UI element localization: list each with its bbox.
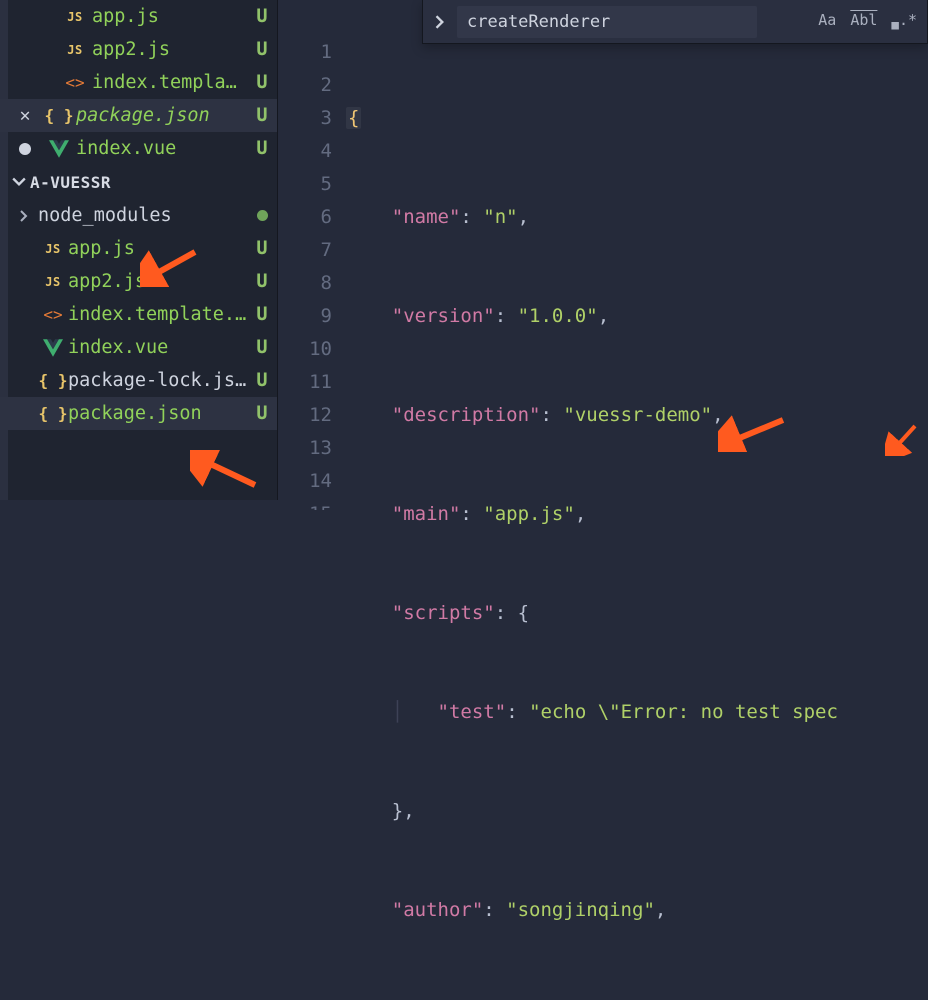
code-line: "license": "ISC",	[346, 993, 928, 1000]
editor: createRenderer Aa Abl ■.* No Re 1 2 3 4 …	[278, 0, 928, 500]
line-number: 6	[278, 201, 332, 234]
line-number: 12	[278, 399, 332, 432]
explorer-item-indextemplate[interactable]: <> index.template.h… U	[0, 298, 277, 331]
dirty-indicator-icon	[8, 143, 42, 155]
js-icon: JS	[58, 10, 92, 24]
chevron-right-icon	[10, 210, 38, 222]
git-dot-icon	[253, 205, 271, 226]
line-number: 1	[278, 36, 332, 69]
js-icon: JS	[58, 43, 92, 57]
explorer-item-indexvue[interactable]: index.vue U	[0, 331, 277, 364]
explorer-item-app2js[interactable]: JS app2.js U	[0, 265, 277, 298]
js-icon: JS	[38, 242, 68, 256]
vue-icon	[42, 140, 76, 158]
explorer-item-nodemodules[interactable]: node_modules	[0, 199, 277, 232]
chevron-right-icon[interactable]	[423, 15, 457, 29]
line-number: 9	[278, 300, 332, 333]
line-number: 7	[278, 234, 332, 267]
html-icon: <>	[38, 305, 68, 324]
line-number: 4	[278, 135, 332, 168]
explorer-item-label: node_modules	[38, 205, 253, 226]
open-editor-packagejson[interactable]: ✕ { } package.json U	[0, 99, 277, 132]
status-badge: U	[253, 403, 271, 424]
line-number: 13	[278, 432, 332, 465]
html-icon: <>	[58, 73, 92, 92]
folder-name: A-VUESSR	[30, 173, 111, 192]
explorer-item-packagelock[interactable]: { } package-lock.json U	[0, 364, 277, 397]
code-line: },	[346, 795, 928, 828]
status-badge: U	[253, 6, 271, 27]
code-line: "main": "app.js",	[346, 498, 928, 531]
find-options: Aa Abl ■.*	[818, 11, 927, 32]
whole-word-toggle[interactable]: Abl	[850, 11, 877, 32]
status-badge: U	[253, 238, 271, 259]
status-badge: U	[253, 105, 271, 126]
open-editor-label: index.templa…	[92, 72, 253, 93]
status-badge: U	[253, 271, 271, 292]
line-number: 14	[278, 465, 332, 498]
explorer-item-appjs[interactable]: JS app.js U	[0, 232, 277, 265]
explorer-item-label: package.json	[68, 403, 253, 424]
status-badge: U	[253, 39, 271, 60]
explorer-item-packagejson[interactable]: { } package.json U	[0, 397, 277, 430]
open-editor-indexvue[interactable]: index.vue U	[0, 132, 277, 165]
status-badge: U	[253, 138, 271, 159]
js-icon: JS	[38, 275, 68, 289]
find-widget: createRenderer Aa Abl ■.*	[422, 0, 928, 44]
code-line: │ "test": "echo \"Error: no test spec	[346, 696, 928, 729]
explorer-item-label: app.js	[68, 238, 253, 259]
explorer-item-label: index.template.h…	[68, 304, 253, 325]
chevron-down-icon	[8, 175, 30, 189]
line-number: 2	[278, 69, 332, 102]
explorer-item-label: package-lock.json	[68, 370, 253, 391]
open-editor-label: app2.js	[92, 39, 253, 60]
explorer-item-label: index.vue	[68, 337, 253, 358]
open-editor-indextemplate[interactable]: <> index.templa… U	[0, 66, 277, 99]
regex-toggle[interactable]: ■.*	[891, 11, 917, 32]
code-line: "version": "1.0.0",	[346, 300, 928, 333]
sidebar: JS app.js U JS app2.js U <> index.templa…	[0, 0, 278, 500]
code-line: "description": "vuessr-demo",	[346, 399, 928, 432]
status-badge: U	[253, 304, 271, 325]
match-case-toggle[interactable]: Aa	[818, 11, 836, 32]
code-line: "scripts": {	[346, 597, 928, 630]
code-line: "name": "n",	[346, 201, 928, 234]
open-editor-label: package.json	[76, 105, 253, 126]
line-number: 3	[278, 102, 332, 135]
code-line: "author": "songjinqing",	[346, 894, 928, 927]
code-line: {	[346, 102, 928, 135]
status-badge: U	[253, 72, 271, 93]
line-number: 10	[278, 333, 332, 366]
close-icon[interactable]: ✕	[8, 105, 42, 126]
line-number: 11	[278, 366, 332, 399]
open-editor-label: index.vue	[76, 138, 253, 159]
line-number: 5	[278, 168, 332, 201]
open-editor-appjs[interactable]: JS app.js U	[0, 0, 277, 33]
json-icon: { }	[38, 404, 68, 423]
json-icon: { }	[42, 106, 76, 125]
open-editor-app2js[interactable]: JS app2.js U	[0, 33, 277, 66]
line-number-gutter: 1 2 3 4 5 6 7 8 9 10 11 12 13 14 15	[278, 0, 346, 500]
status-badge: U	[253, 337, 271, 358]
explorer-item-label: app2.js	[68, 271, 253, 292]
find-input[interactable]: createRenderer	[457, 6, 757, 38]
code-area[interactable]: { "name": "n", "version": "1.0.0", "desc…	[346, 36, 928, 500]
json-icon: { }	[38, 371, 68, 390]
open-editor-label: app.js	[92, 6, 253, 27]
find-input-value: createRenderer	[467, 12, 610, 32]
folder-section-header[interactable]: A-VUESSR	[0, 165, 277, 199]
file-explorer: node_modules JS app.js U JS app2.js U <>…	[0, 199, 277, 430]
status-badge: U	[253, 370, 271, 391]
vue-icon	[38, 339, 68, 357]
line-number: 8	[278, 267, 332, 300]
